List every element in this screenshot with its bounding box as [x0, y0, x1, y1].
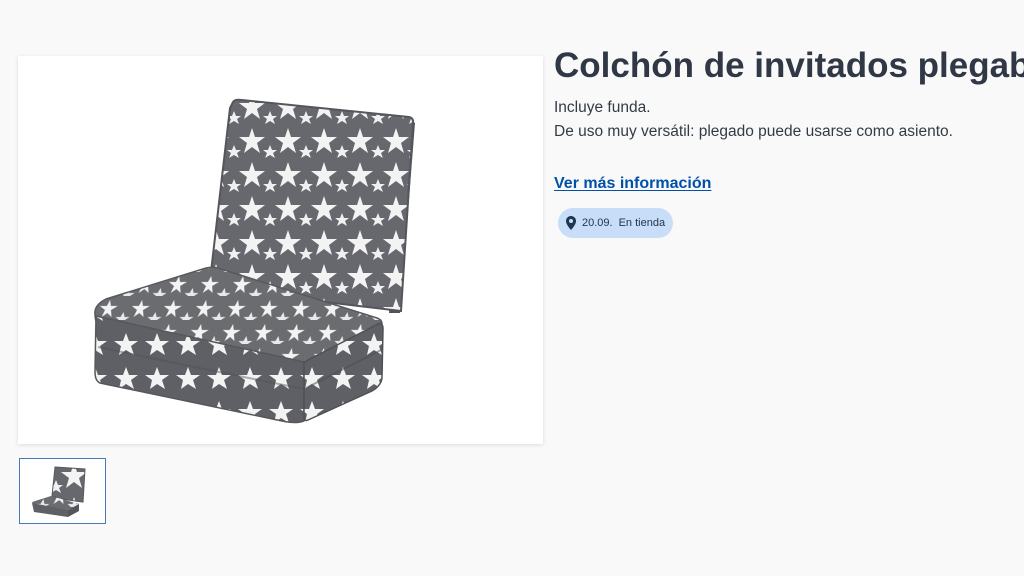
description-line-2: De uso muy versátil: plegado puede usars…	[554, 123, 953, 140]
availability-location: En tienda	[618, 217, 666, 229]
availability-date: 20.09.	[582, 217, 613, 229]
product-info: Colchón de invitados plegable Incluye fu…	[554, 42, 1024, 238]
product-title: Colchón de invitados plegable	[554, 46, 1024, 85]
thumbnail-image[interactable]	[19, 458, 106, 524]
main-product-image[interactable]	[18, 56, 543, 444]
description-line-1: Incluye funda.	[554, 99, 651, 116]
location-pin-icon	[566, 216, 576, 230]
availability-badge: 20.09. En tienda	[558, 208, 674, 238]
folding-mattress-image	[94, 98, 415, 424]
product-description: Incluye funda. De uso muy versátil: pleg…	[554, 96, 1024, 144]
more-information-link[interactable]: Ver más información	[554, 172, 711, 196]
product-page: Colchón de invitados plegable Incluye fu…	[0, 0, 1024, 576]
folding-mattress-thumbnail	[20, 459, 105, 523]
